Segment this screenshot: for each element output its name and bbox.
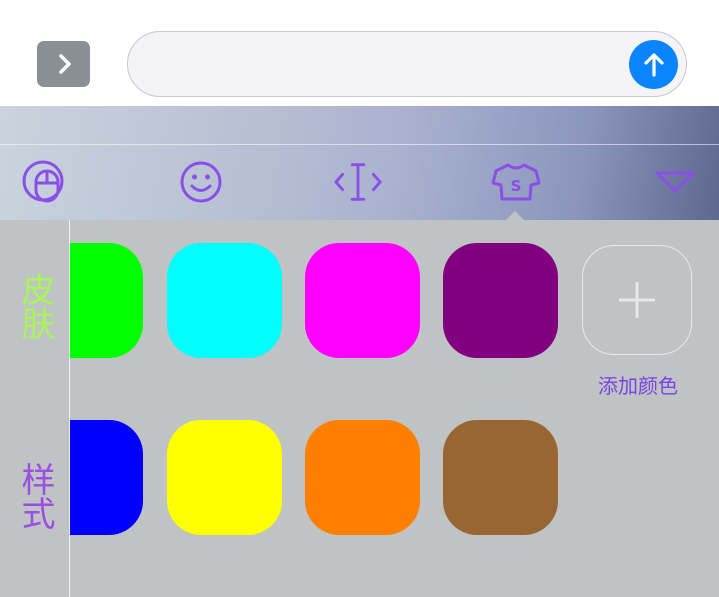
color-swatch-yellow[interactable] <box>167 420 282 535</box>
collapse-icon <box>655 171 695 193</box>
message-input[interactable] <box>127 31 687 97</box>
color-swatch-blue[interactable] <box>70 420 143 535</box>
tab-style[interactable]: 样式 <box>14 462 55 530</box>
mouse-mode-button[interactable] <box>20 157 70 207</box>
collapse-keyboard-button[interactable] <box>650 157 700 207</box>
skin-panel: 皮肤 样式 添加颜色 <box>0 220 719 597</box>
color-swatch-brown[interactable] <box>443 420 558 535</box>
message-bar <box>0 0 719 106</box>
send-button[interactable] <box>629 40 678 89</box>
emoji-icon <box>180 161 222 203</box>
chevron-right-icon <box>58 54 71 74</box>
color-swatch-cyan[interactable] <box>167 243 282 358</box>
svg-text:S: S <box>511 177 522 195</box>
tab-skin[interactable]: 皮肤 <box>14 272 55 340</box>
mouse-icon <box>22 160 64 203</box>
keyboard-toolbar: S <box>0 145 719 220</box>
plus-icon <box>619 282 655 318</box>
side-tabs: 皮肤 样式 <box>0 220 70 597</box>
expand-button[interactable] <box>37 41 90 87</box>
color-swatch-grid: 添加颜色 <box>70 220 719 597</box>
color-swatch-purple[interactable] <box>443 243 558 358</box>
color-swatch-green[interactable] <box>70 243 143 358</box>
color-swatch-orange[interactable] <box>305 420 420 535</box>
emoji-button[interactable] <box>176 157 226 207</box>
tshirt-icon: S <box>491 163 541 201</box>
add-color-button[interactable] <box>582 245 692 355</box>
cursor-icon <box>334 163 382 201</box>
cursor-move-button[interactable] <box>333 157 383 207</box>
add-color-label: 添加颜色 <box>598 374 678 398</box>
color-swatch-magenta[interactable] <box>305 243 420 358</box>
skin-button[interactable]: S <box>491 157 541 207</box>
arrow-up-icon <box>643 52 664 77</box>
